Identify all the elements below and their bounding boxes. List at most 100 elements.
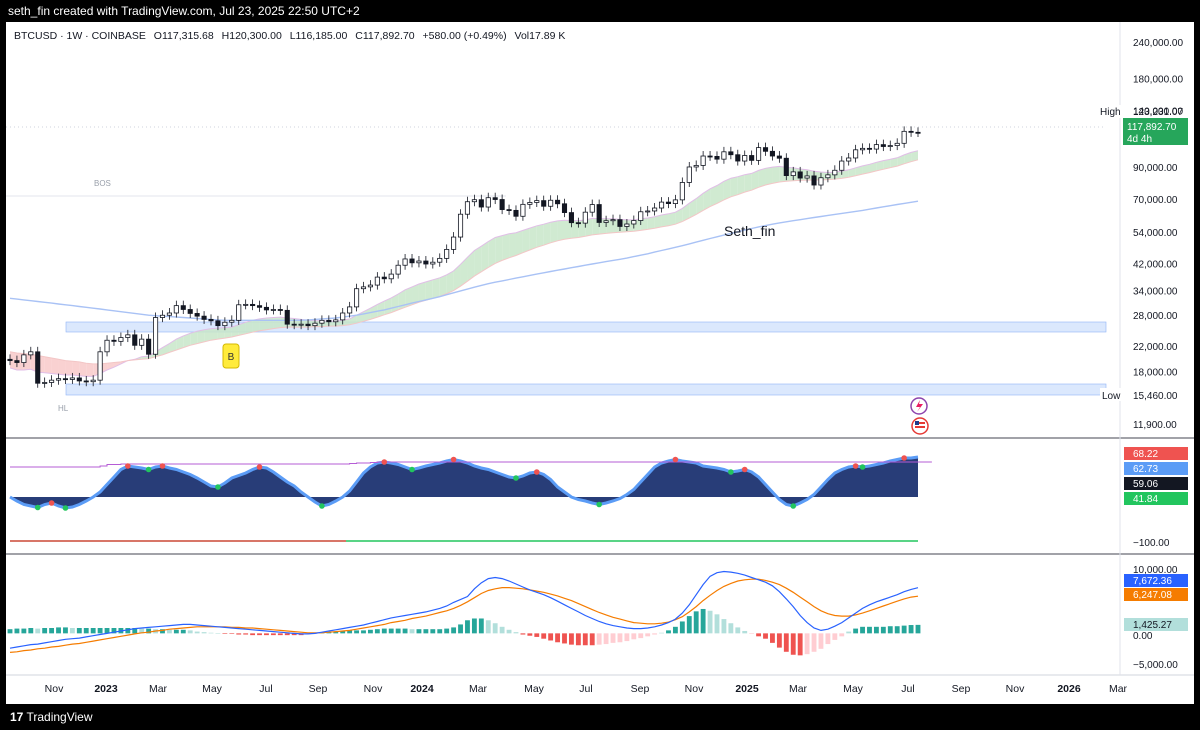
candle-body[interactable] xyxy=(14,360,20,363)
candle-body[interactable] xyxy=(229,319,235,323)
candle-body[interactable] xyxy=(90,379,96,383)
candle-body[interactable] xyxy=(658,201,665,209)
time-axis[interactable]: Nov 2023 Mar May Jul Sep Nov 2024 Mar May Jul Sep No… xyxy=(45,683,1128,695)
candle-body[interactable] xyxy=(714,156,720,160)
candle-body[interactable] xyxy=(111,339,117,342)
candle-body[interactable] xyxy=(139,338,145,346)
candle-body[interactable] xyxy=(520,203,526,217)
candle-body[interactable] xyxy=(153,317,159,355)
candle-body[interactable] xyxy=(776,155,782,159)
candle-body[interactable] xyxy=(263,306,270,311)
candle-body[interactable] xyxy=(645,210,651,213)
chart-area[interactable]: BOS HL Seth_fin B BTCUSD · 1W · COINBASE… xyxy=(6,22,1194,704)
candle-body[interactable] xyxy=(485,197,491,208)
candle-body[interactable] xyxy=(853,149,859,159)
chart-svg[interactable]: BOS HL Seth_fin B BTCUSD · 1W · COINBASE… xyxy=(6,22,1194,704)
candle-body[interactable] xyxy=(187,309,193,314)
candle-body[interactable] xyxy=(42,382,48,384)
candle-body[interactable] xyxy=(402,258,408,266)
candle-body[interactable] xyxy=(804,175,810,179)
rsi-panel[interactable] xyxy=(9,455,932,542)
candle-body[interactable] xyxy=(555,199,561,205)
candle-body[interactable] xyxy=(250,303,256,307)
candle-body[interactable] xyxy=(499,199,505,210)
candle-body[interactable] xyxy=(575,222,581,225)
candle-body[interactable] xyxy=(76,377,82,382)
candle-body[interactable] xyxy=(69,377,75,380)
candle-body[interactable] xyxy=(277,309,283,311)
candle-body[interactable] xyxy=(173,305,179,314)
candle-body[interactable] xyxy=(908,130,914,133)
candle-body[interactable] xyxy=(811,175,817,186)
candle-body[interactable] xyxy=(513,209,519,217)
candle-body[interactable] xyxy=(464,201,471,215)
candle-body[interactable] xyxy=(561,203,568,213)
candle-body[interactable] xyxy=(631,220,637,225)
candle-body[interactable] xyxy=(665,201,672,204)
candle-body[interactable] xyxy=(312,322,318,327)
candle-body[interactable] xyxy=(624,223,630,227)
candle-body[interactable] xyxy=(672,199,678,204)
candle-body[interactable] xyxy=(194,313,200,317)
candles-layer[interactable] xyxy=(7,126,921,388)
buy-marker[interactable]: B xyxy=(222,343,240,369)
candle-body[interactable] xyxy=(333,319,339,323)
candle-body[interactable] xyxy=(97,351,103,381)
candle-body[interactable] xyxy=(28,351,34,356)
candle-body[interactable] xyxy=(617,219,623,227)
candle-body[interactable] xyxy=(35,351,41,384)
candle-body[interactable] xyxy=(423,260,429,265)
candle-body[interactable] xyxy=(305,323,311,327)
candle-body[interactable] xyxy=(104,339,110,353)
candle-body[interactable] xyxy=(430,261,436,265)
candle-body[interactable] xyxy=(7,358,13,361)
candle-body[interactable] xyxy=(180,305,186,310)
candle-body[interactable] xyxy=(451,236,457,250)
candle-body[interactable] xyxy=(492,197,498,200)
candle-body[interactable] xyxy=(222,321,228,327)
candle-body[interactable] xyxy=(354,288,360,308)
candle-body[interactable] xyxy=(797,171,803,179)
candle-body[interactable] xyxy=(548,199,554,207)
candle-body[interactable] xyxy=(319,319,325,324)
candle-body[interactable] xyxy=(700,155,706,166)
candle-body[interactable] xyxy=(596,204,602,223)
candle-body[interactable] xyxy=(534,200,540,203)
candle-body[interactable] xyxy=(527,202,533,205)
candle-body[interactable] xyxy=(693,165,699,168)
candle-body[interactable] xyxy=(256,305,263,308)
candle-body[interactable] xyxy=(444,249,450,259)
candle-body[interactable] xyxy=(652,207,658,212)
candle-body[interactable] xyxy=(457,213,464,238)
candle-body[interactable] xyxy=(208,318,214,322)
candle-body[interactable] xyxy=(367,284,373,288)
candle-body[interactable] xyxy=(159,314,166,318)
candle-body[interactable] xyxy=(846,157,852,162)
candle-body[interactable] xyxy=(125,334,131,338)
candle-body[interactable] xyxy=(347,306,353,314)
candle-body[interactable] xyxy=(388,273,394,280)
event-icons[interactable] xyxy=(910,397,929,435)
candle-body[interactable] xyxy=(21,354,27,363)
candle-body[interactable] xyxy=(728,151,734,156)
candle-body[interactable] xyxy=(62,378,68,381)
candle-body[interactable] xyxy=(818,177,824,186)
candle-body[interactable] xyxy=(236,304,242,321)
candle-body[interactable] xyxy=(284,309,290,325)
candle-body[interactable] xyxy=(610,219,616,222)
candle-body[interactable] xyxy=(866,147,873,150)
candle-body[interactable] xyxy=(735,154,741,162)
candle-body[interactable] xyxy=(132,334,138,346)
candle-body[interactable] xyxy=(298,323,304,326)
candle-body[interactable] xyxy=(749,155,755,161)
candle-body[interactable] xyxy=(790,171,796,177)
candle-body[interactable] xyxy=(374,276,380,286)
candle-body[interactable] xyxy=(215,320,221,327)
candle-body[interactable] xyxy=(471,199,477,203)
candle-body[interactable] xyxy=(146,338,152,355)
candle-body[interactable] xyxy=(326,319,332,323)
candle-body[interactable] xyxy=(201,315,207,320)
price-axis[interactable]: 240,000.00180,000.00140,000.0090,000.007… xyxy=(1133,38,1183,431)
candle-body[interactable] xyxy=(756,147,762,161)
candle-body[interactable] xyxy=(541,200,547,207)
